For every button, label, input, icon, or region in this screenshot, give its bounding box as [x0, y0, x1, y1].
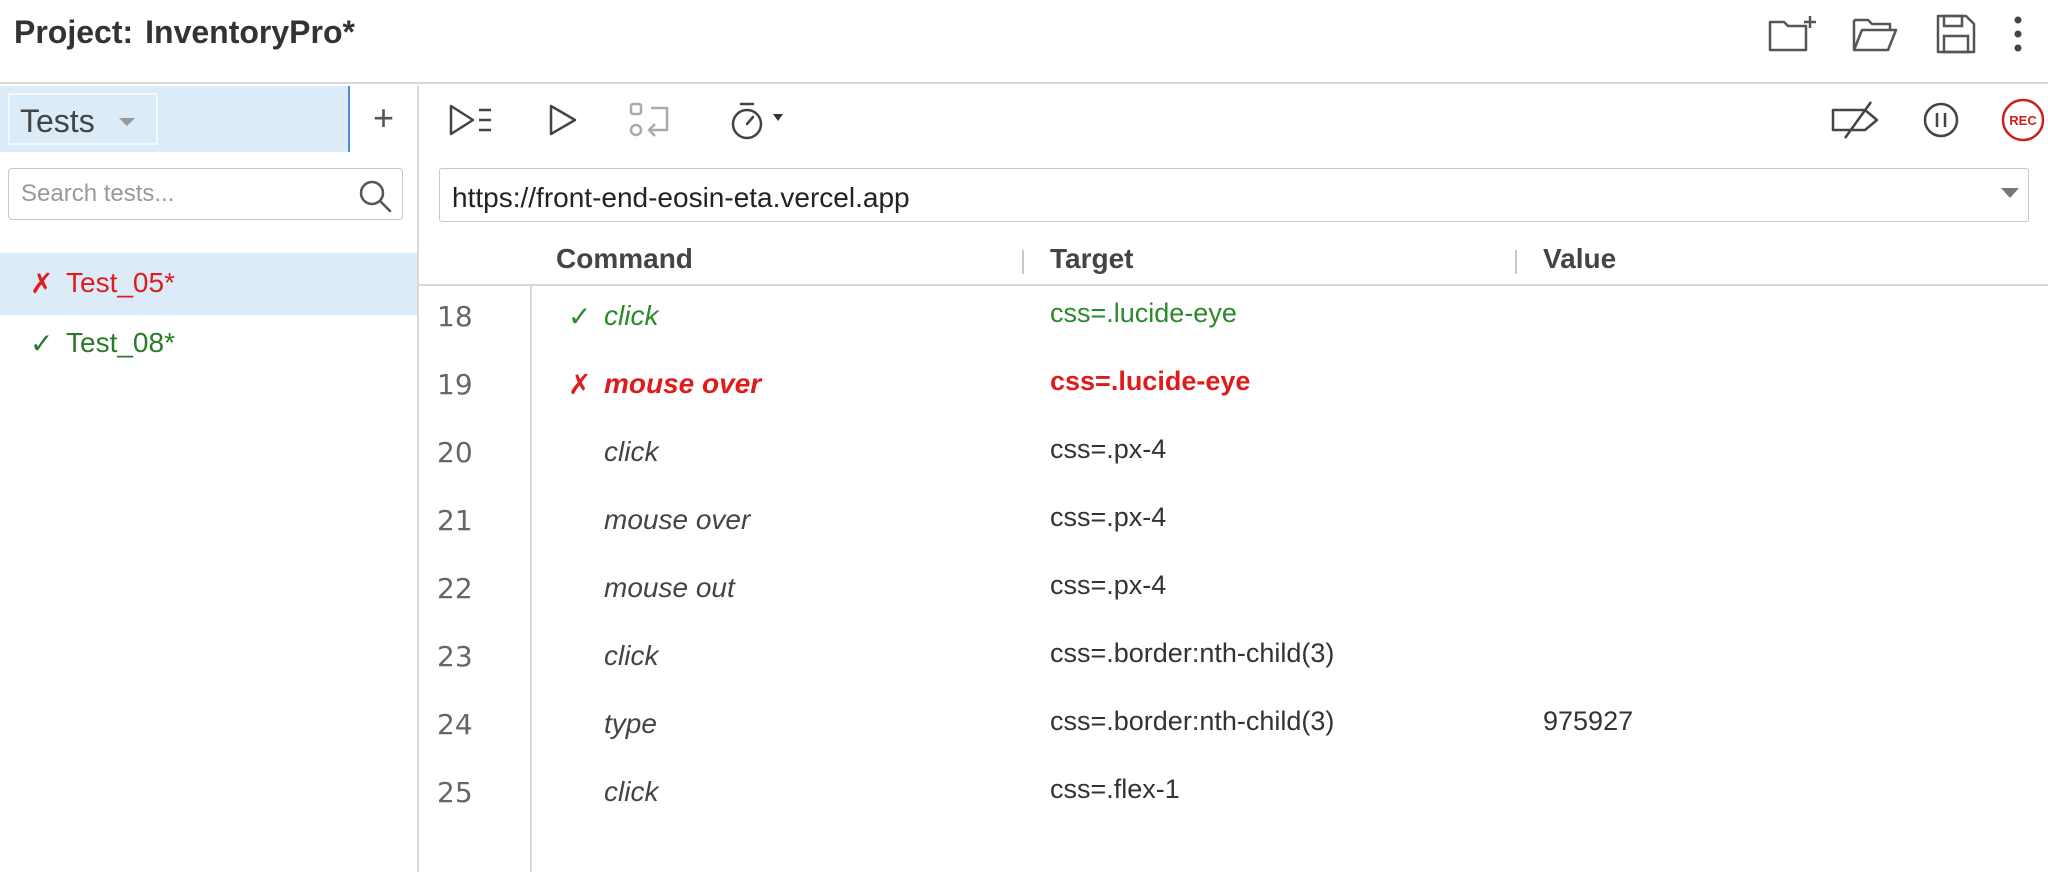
fail-icon: ✗ [568, 369, 592, 400]
line-number: 18 [437, 300, 473, 333]
target-cell: css=.flex-1 [1050, 774, 1180, 804]
command-cell: click [604, 436, 659, 467]
base-url-combobox[interactable]: https://front-end-eosin-eta.vercel.app [439, 168, 2029, 222]
command-row[interactable]: 24 type css=.border:nth-child(3) 975927 [419, 694, 2048, 762]
speed-icon[interactable] [727, 98, 797, 142]
command-row[interactable]: 25 click css=.flex-1 [419, 762, 2048, 830]
tests-sidebar: Tests + ✗ Test_05* ✓ Test_08* [0, 86, 419, 872]
tests-dropdown-label: Tests [20, 103, 95, 139]
column-resizer[interactable] [1515, 250, 1517, 274]
line-number: 25 [437, 776, 473, 809]
commands-table-body: 18 ✓ click css=.lucide-eye 19 ✗ mouse ov… [419, 286, 2048, 872]
command-row[interactable]: 21 mouse over css=.px-4 [419, 490, 2048, 558]
command-row[interactable]: 22 mouse out css=.px-4 [419, 558, 2048, 626]
pass-icon: ✓ [568, 301, 592, 332]
column-resizer[interactable] [1022, 250, 1024, 274]
base-url: https://front-end-eosin-eta.vercel.app [452, 182, 910, 213]
target-cell: css=.px-4 [1050, 434, 1167, 464]
command-row[interactable]: 23 click css=.border:nth-child(3) [419, 626, 2048, 694]
app-header: Project: InventoryPro* [0, 0, 2048, 84]
run-all-tests-icon[interactable] [447, 98, 497, 142]
command-cell: mouse over [604, 504, 751, 535]
dropdown-arrow-icon[interactable] [2000, 187, 2020, 199]
new-project-icon[interactable] [1766, 12, 1822, 56]
target-cell: css=.lucide-eye [1050, 298, 1237, 328]
target-cell: css=.px-4 [1050, 502, 1167, 532]
search-input[interactable] [9, 169, 351, 219]
save-icon[interactable] [1928, 12, 1984, 56]
command-cell: type [604, 708, 657, 739]
command-cell: mouse over [604, 368, 762, 399]
tests-dropdown[interactable]: Tests [8, 93, 158, 145]
fail-icon: ✗ [30, 268, 54, 299]
search-tests [8, 168, 403, 220]
command-cell: mouse out [604, 572, 735, 603]
toolbar: REC [419, 86, 2048, 152]
commands-table-header: Command Target Value [419, 234, 2048, 286]
target-cell: css=.border:nth-child(3) [1050, 706, 1335, 736]
sidebar-header: Tests + [0, 86, 417, 152]
test-name: Test_08* [66, 327, 175, 358]
line-number: 23 [437, 640, 473, 673]
open-folder-icon[interactable] [1848, 12, 1904, 56]
project-label: Project: [14, 14, 134, 50]
caret-down-icon [118, 117, 136, 127]
line-number: 24 [437, 708, 473, 741]
run-test-icon[interactable] [543, 98, 583, 142]
step-over-icon[interactable] [625, 98, 675, 142]
disable-breakpoints-icon[interactable] [1827, 98, 1883, 142]
line-number: 20 [437, 436, 473, 469]
target-cell: css=.px-4 [1050, 570, 1167, 600]
record-label: REC [2009, 113, 2037, 128]
project-title: Project: InventoryPro* [14, 14, 355, 51]
more-vertical-icon[interactable] [1992, 12, 2048, 56]
test-name: Test_05* [66, 267, 175, 298]
test-item-test-05[interactable]: ✗ Test_05* [0, 253, 417, 315]
pass-icon: ✓ [30, 328, 54, 359]
command-cell: click [604, 300, 659, 331]
editor-main: REC https://front-end-eosin-eta.vercel.a… [419, 86, 2048, 872]
column-header-command: Command [556, 243, 693, 274]
search-icon[interactable] [358, 179, 392, 213]
command-row[interactable]: 18 ✓ click css=.lucide-eye [419, 286, 2048, 354]
project-name[interactable]: InventoryPro* [145, 14, 355, 50]
target-cell: css=.lucide-eye [1050, 366, 1251, 396]
command-cell: click [604, 776, 659, 807]
column-header-target: Target [1050, 243, 1134, 274]
command-cell: click [604, 640, 659, 671]
pause-icon[interactable] [1919, 98, 1963, 142]
line-number: 22 [437, 572, 473, 605]
column-header-value: Value [1543, 243, 1617, 274]
value-cell: 975927 [1543, 706, 1634, 736]
line-number: 21 [437, 504, 473, 537]
add-test-button[interactable]: + [350, 86, 417, 152]
command-row[interactable]: 19 ✗ mouse over css=.lucide-eye [419, 354, 2048, 422]
plus-icon: + [372, 97, 395, 138]
command-row[interactable]: 20 click css=.px-4 [419, 422, 2048, 490]
line-number: 19 [437, 368, 473, 401]
record-icon[interactable]: REC [1999, 98, 2047, 142]
target-cell: css=.border:nth-child(3) [1050, 638, 1335, 668]
test-item-test-08[interactable]: ✓ Test_08* [0, 313, 417, 375]
